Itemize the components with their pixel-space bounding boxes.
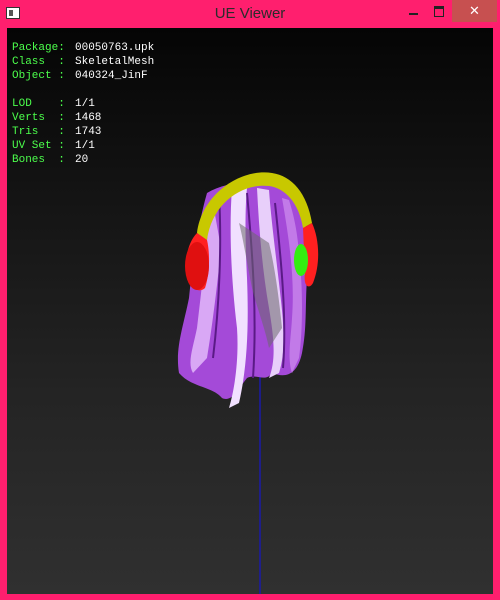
- minimize-icon: [408, 13, 418, 15]
- info-label: Bones :: [12, 154, 65, 166]
- info-value: 00050763.upk: [75, 42, 155, 54]
- info-label: Class :: [12, 56, 65, 68]
- info-row-uvset: UV Set : 1/1: [12, 139, 154, 153]
- info-row-object: Object : 040324_JinF: [12, 69, 154, 83]
- info-label: Tris :: [12, 126, 65, 138]
- info-row-lod: LOD : 1/1: [12, 97, 154, 111]
- title-bar[interactable]: UE Viewer ✕: [0, 0, 500, 28]
- info-row-verts: Verts : 1468: [12, 111, 154, 125]
- info-label: UV Set :: [12, 140, 65, 152]
- info-label: Verts :: [12, 112, 65, 124]
- info-value: 20: [75, 154, 89, 166]
- headphone-right-earcup: [294, 244, 308, 276]
- 3d-viewport[interactable]: Package: 00050763.upk Class : SkeletalMesh…: [7, 28, 493, 594]
- maximize-button[interactable]: [426, 0, 452, 22]
- maximize-icon: [434, 5, 444, 17]
- mesh-info-panel: Package: 00050763.upk Class : SkeletalMesh…: [12, 41, 154, 167]
- info-row-class: Class : SkeletalMesh: [12, 55, 154, 69]
- info-label: Object :: [12, 70, 65, 82]
- info-row-bones: Bones : 20: [12, 153, 154, 167]
- info-value: SkeletalMesh: [75, 56, 155, 68]
- headphone-left-earcup-inner: [185, 242, 209, 290]
- info-row-tris: Tris : 1743: [12, 125, 154, 139]
- close-icon: ✕: [469, 3, 480, 18]
- info-value: 1/1: [75, 140, 95, 152]
- info-value: 040324_JinF: [75, 70, 148, 82]
- info-value: 1743: [75, 126, 102, 138]
- info-label: Package:: [12, 42, 65, 54]
- close-button[interactable]: ✕: [452, 0, 497, 22]
- info-label: LOD :: [12, 98, 65, 110]
- info-value: 1/1: [75, 98, 95, 110]
- info-row-package: Package: 00050763.upk: [12, 41, 154, 55]
- minimize-button[interactable]: [400, 0, 426, 22]
- ue-viewer-window: UE Viewer ✕ Package: 00050763.upk Class …: [0, 0, 500, 600]
- info-value: 1468: [75, 112, 102, 124]
